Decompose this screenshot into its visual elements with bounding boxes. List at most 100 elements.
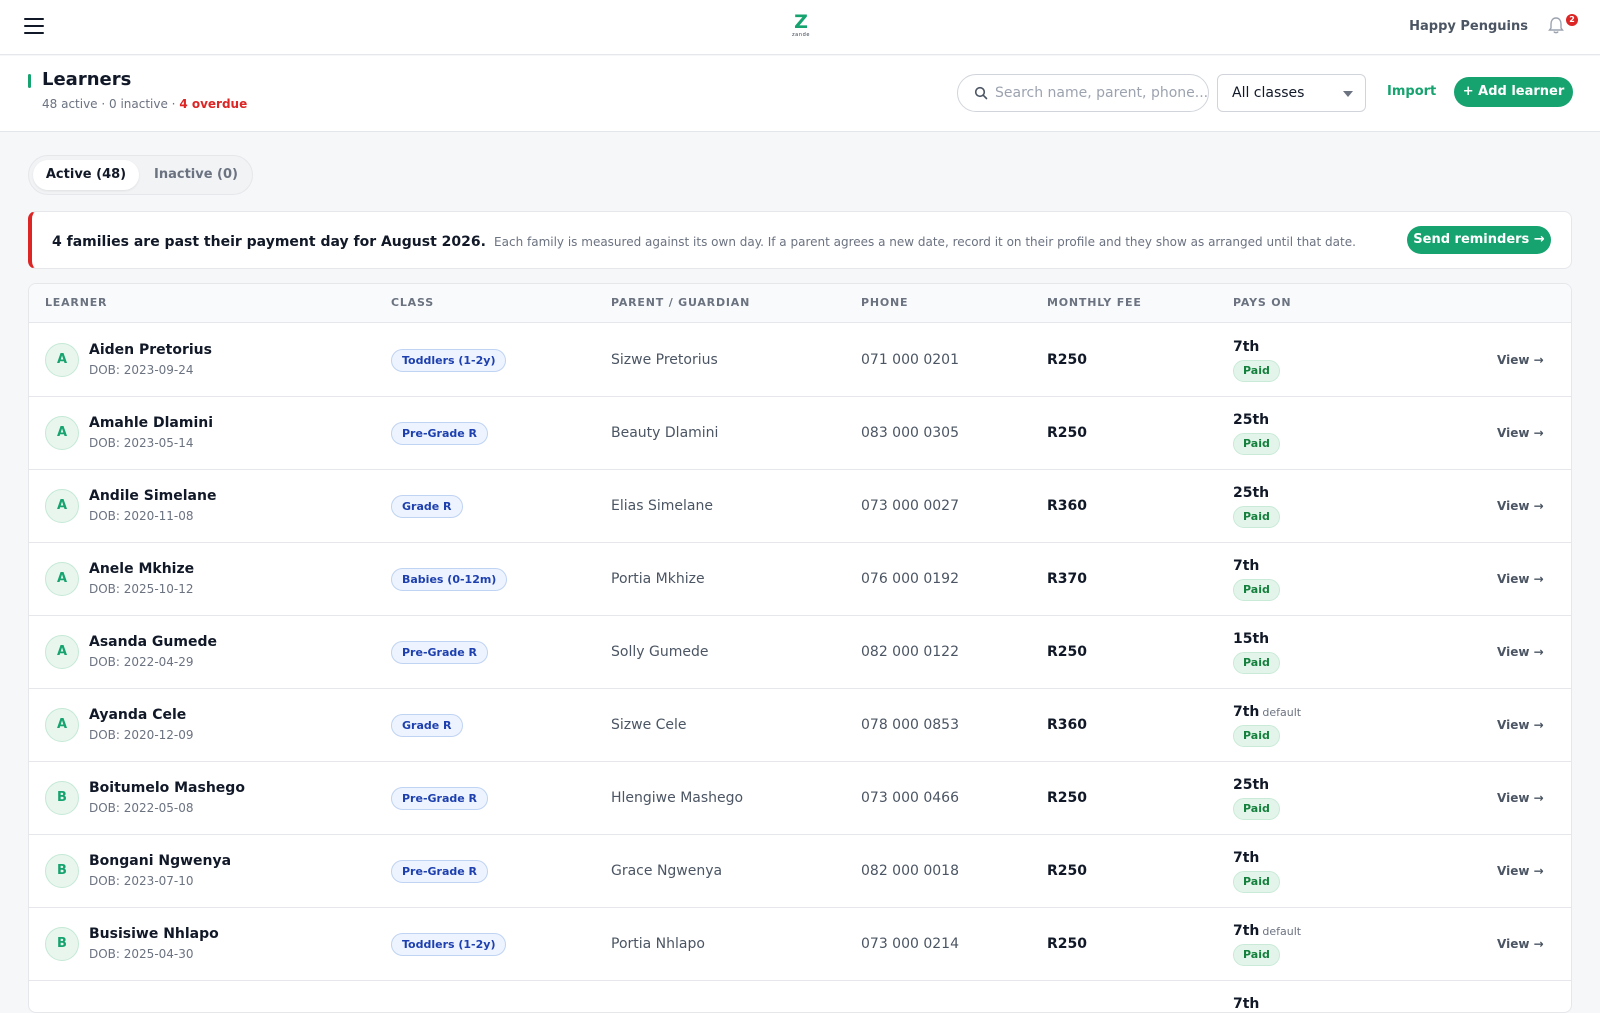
class-badge: Pre-Grade R	[391, 787, 489, 810]
send-reminders-button[interactable]: Send reminders →	[1407, 226, 1551, 254]
table-row[interactable]: B Boitumelo Mashego DOB: 2022-05-08 Pre-Gra…	[29, 762, 1571, 835]
parent-name: Grace Ngwenya	[611, 863, 723, 879]
logo-letter: Z	[794, 11, 808, 33]
learner-name[interactable]: Asanda Gumede	[89, 634, 217, 650]
monthly-fee: R250	[1047, 352, 1088, 368]
learner-name[interactable]: Aiden Pretorius	[89, 342, 212, 358]
learner-name[interactable]: Ayanda Cele	[89, 707, 186, 723]
avatar: B	[45, 854, 79, 888]
column-header-learner[interactable]: LEARNER	[45, 296, 107, 309]
class-badge: Pre-Grade R	[391, 422, 489, 445]
learner-name[interactable]: Busisiwe Nhlapo	[89, 926, 219, 942]
monthly-fee: R360	[1047, 498, 1088, 514]
learner-name[interactable]: Anele Mkhize	[89, 561, 194, 577]
phone-number: 083 000 0305	[861, 425, 959, 441]
page-header: Learners 48 active · 0 inactive · 4 over…	[0, 56, 1600, 132]
class-badge: Pre-Grade R	[391, 641, 489, 664]
class-badge: Babies (0-12m)	[391, 568, 508, 591]
add-learner-button[interactable]: + Add learner	[1454, 77, 1573, 107]
learner-name[interactable]: Boitumelo Mashego	[89, 780, 245, 796]
learner-dob: DOB: 2025-10-12	[89, 582, 194, 596]
pays-on-value: 25th	[1233, 485, 1270, 501]
status-badge: Paid	[1233, 725, 1280, 747]
class-filter-value: All classes	[1232, 85, 1305, 101]
pays-on-value: 7th	[1233, 996, 1260, 1012]
view-learner-link[interactable]: View →	[1497, 937, 1544, 951]
view-learner-link[interactable]: View →	[1497, 426, 1544, 440]
table-row[interactable]: A Anele Mkhize DOB: 2025-10-12 Babies (0-12…	[29, 543, 1571, 616]
status-badge: Paid	[1233, 433, 1280, 455]
column-header-phone[interactable]: PHONE	[861, 296, 908, 309]
avatar: A	[45, 708, 79, 742]
search-placeholder: Search name, parent, phone...	[995, 85, 1209, 101]
table-row[interactable]: A Amahle Dlamini DOB: 2023-05-14 Pre-Grade …	[29, 397, 1571, 470]
avatar: A	[45, 489, 79, 523]
table-row[interactable]: A Aiden Pretorius DOB: 2023-09-24 Toddlers …	[29, 324, 1571, 397]
logo[interactable]: Z zande	[785, 12, 817, 38]
parent-name: Solly Gumede	[611, 644, 709, 660]
learner-name[interactable]: Amahle Dlamini	[89, 415, 213, 431]
phone-number: 073 000 0027	[861, 498, 959, 514]
column-header-pays-on[interactable]: PAYS ON	[1233, 296, 1291, 309]
view-learner-link[interactable]: View →	[1497, 353, 1544, 367]
class-filter-select[interactable]: All classes	[1217, 74, 1366, 112]
table-row[interactable]: B Bongani Ngwenya DOB: 2023-07-10 Pre-Grade…	[29, 835, 1571, 908]
status-tabs: Active (48) Inactive (0)	[28, 155, 253, 195]
parent-name: Portia Mkhize	[611, 571, 705, 587]
column-header-fee[interactable]: MONTHLY FEE	[1047, 296, 1142, 309]
banner-text: 4 families are past their payment day fo…	[52, 231, 1356, 250]
phone-number: 082 000 0122	[861, 644, 959, 660]
pays-on-day: 7th default	[1233, 704, 1301, 720]
table-row[interactable]: A Ayanda Cele DOB: 2020-12-09 Grade R Sizwe …	[29, 689, 1571, 762]
page-title: Learners	[42, 69, 132, 90]
table-row[interactable]: 7th	[29, 981, 1571, 1012]
learner-dob: DOB: 2023-09-24	[89, 363, 194, 377]
pays-on-value: 7th	[1233, 558, 1260, 574]
tab-inactive[interactable]: Inactive (0)	[143, 160, 249, 190]
search-input[interactable]: Search name, parent, phone...	[957, 74, 1209, 112]
view-learner-link[interactable]: View →	[1497, 572, 1544, 586]
phone-number: 071 000 0201	[861, 352, 959, 368]
learner-name[interactable]: Andile Simelane	[89, 488, 216, 504]
learner-dob: DOB: 2023-07-10	[89, 874, 194, 888]
view-learner-link[interactable]: View →	[1497, 864, 1544, 878]
pays-on-day: 7th	[1233, 996, 1259, 1012]
learner-dob: DOB: 2020-12-09	[89, 728, 194, 742]
learner-dob: DOB: 2023-05-14	[89, 436, 194, 450]
status-badge: Paid	[1233, 506, 1280, 528]
overdue-count: 4 overdue	[179, 97, 248, 111]
tab-active[interactable]: Active (48)	[33, 160, 139, 190]
table-row[interactable]: A Asanda Gumede DOB: 2022-04-29 Pre-Grade R…	[29, 616, 1571, 689]
view-learner-link[interactable]: View →	[1497, 645, 1544, 659]
view-learner-link[interactable]: View →	[1497, 791, 1544, 805]
status-badge: Paid	[1233, 944, 1280, 966]
pays-on-default-label: default	[1262, 706, 1302, 719]
pays-on-default-label: default	[1262, 925, 1302, 938]
class-badge: Toddlers (1-2y)	[391, 933, 507, 956]
phone-number: 073 000 0466	[861, 790, 959, 806]
view-learner-link[interactable]: View →	[1497, 718, 1544, 732]
school-name[interactable]: Happy Penguins	[1409, 19, 1528, 34]
monthly-fee: R250	[1047, 644, 1088, 660]
column-header-parent[interactable]: PARENT / GUARDIAN	[611, 296, 750, 309]
learner-name[interactable]: Bongani Ngwenya	[89, 853, 231, 869]
pays-on-day: 25th	[1233, 485, 1269, 501]
top-bar: Z zande Happy Penguins 2	[0, 0, 1600, 55]
pays-on-day: 7th default	[1233, 923, 1301, 939]
monthly-fee: R250	[1047, 936, 1088, 952]
status-badge: Paid	[1233, 871, 1280, 893]
view-learner-link[interactable]: View →	[1497, 499, 1544, 513]
pays-on-value: 15th	[1233, 631, 1270, 647]
title-accent	[28, 74, 31, 88]
phone-number: 078 000 0853	[861, 717, 959, 733]
status-badge: Paid	[1233, 360, 1280, 382]
learner-dob: DOB: 2022-04-29	[89, 655, 194, 669]
table-row[interactable]: A Andile Simelane DOB: 2020-11-08 Grade R El…	[29, 470, 1571, 543]
menu-icon[interactable]	[24, 18, 44, 36]
learner-counts: 48 active · 0 inactive ·	[42, 97, 180, 111]
pays-on-value: 25th	[1233, 777, 1270, 793]
bell-icon[interactable]	[1548, 16, 1564, 34]
table-row[interactable]: B Busisiwe Nhlapo DOB: 2025-04-30 Toddlers …	[29, 908, 1571, 981]
import-button[interactable]: Import	[1387, 84, 1436, 99]
column-header-class[interactable]: CLASS	[391, 296, 434, 309]
